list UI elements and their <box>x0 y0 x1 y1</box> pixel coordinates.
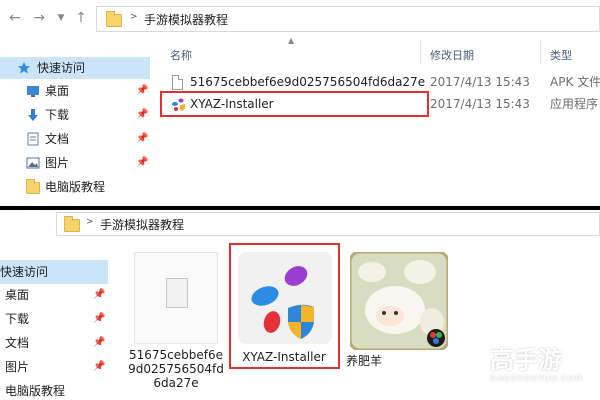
column-divider[interactable] <box>420 40 421 64</box>
recent-locations-chevron-icon[interactable]: ▼ <box>54 9 68 27</box>
file-icon <box>172 75 183 90</box>
sidebar-item-label: 下载 <box>45 108 70 122</box>
sidebar-item-downloads[interactable]: 下载 📌 <box>0 104 150 126</box>
sidebar-item-label: 图片 <box>5 360 30 374</box>
address-bar[interactable]: > 手游模拟器教程 <box>96 6 600 32</box>
folder-icon <box>106 11 122 27</box>
sidebar-item-desktop[interactable]: 桌面 📌 <box>0 80 150 102</box>
file-type: APK 文件 <box>550 75 600 89</box>
picture-icon <box>26 157 40 169</box>
file-tile-sheep-game[interactable]: 养肥羊 <box>346 248 452 368</box>
file-tile-apk[interactable]: 51675cebbef6e 9d025756504fd 6da27e <box>126 248 226 398</box>
watermark: 高手游 GAOSHOUYOU.COM <box>450 334 600 394</box>
watermark-brand: 高手游 <box>490 346 562 374</box>
sidebar-item-pictures[interactable]: 图片 📌 <box>0 356 108 378</box>
sidebar-item-label: 电脑版教程 <box>45 180 106 194</box>
back-arrow-icon[interactable]: ← <box>6 9 24 27</box>
sidebar-item-documents[interactable]: 文档 📌 <box>0 128 150 150</box>
tile-label-line: 9d025756504fd <box>128 362 224 376</box>
sidebar-item-pc-tutorials[interactable]: 电脑版教程 <box>0 176 150 198</box>
desktop-icon <box>27 86 39 97</box>
folder-icon <box>26 179 40 194</box>
download-icon <box>28 109 38 121</box>
sidebar-item-documents[interactable]: 文档 📌 <box>0 332 108 354</box>
pin-icon[interactable]: 📌 <box>136 80 148 102</box>
file-row-apk[interactable]: 51675cebbef6e9d025756504fd6da27e 2017/4/… <box>160 71 600 93</box>
sheep-game-icon <box>350 252 448 350</box>
pin-icon[interactable]: 📌 <box>136 128 148 150</box>
breadcrumb-separator-icon[interactable]: > <box>130 12 138 22</box>
folder-icon <box>64 216 80 232</box>
breadcrumb-separator-icon[interactable]: > <box>86 217 94 227</box>
pin-icon[interactable]: 📌 <box>136 152 148 174</box>
breadcrumb-item[interactable]: 手游模拟器教程 <box>144 11 228 28</box>
pin-icon[interactable]: 📌 <box>93 284 105 306</box>
column-header-date[interactable]: 修改日期 <box>430 47 474 63</box>
highlight-box <box>160 91 429 117</box>
sidebar-item-pc-tutorials[interactable]: 电脑版教程 <box>0 380 108 400</box>
sidebar-item-label: 图片 <box>45 156 70 170</box>
document-icon <box>27 132 39 146</box>
watermark-domain: GAOSHOUYOU.COM <box>490 374 584 383</box>
file-date: 2017/4/13 15:43 <box>430 97 530 111</box>
sidebar-item-downloads[interactable]: 下载 📌 <box>0 308 108 330</box>
file-date: 2017/4/13 15:43 <box>430 75 530 89</box>
highlight-box <box>229 243 340 369</box>
pin-icon[interactable]: 📌 <box>93 332 105 354</box>
tile-label: 养肥羊 <box>346 354 383 368</box>
file-name: 51675cebbef6e9d025756504fd6da27e <box>190 75 426 89</box>
pin-icon[interactable]: 📌 <box>93 356 105 378</box>
sidebar-item-label: 桌面 <box>45 84 70 98</box>
forward-arrow-icon[interactable]: → <box>30 9 48 27</box>
breadcrumb-item[interactable]: 手游模拟器教程 <box>100 216 184 233</box>
sidebar-item-pictures[interactable]: 图片 📌 <box>0 152 150 174</box>
pin-icon[interactable]: 📌 <box>93 308 105 330</box>
sidebar-item-label: 电脑版教程 <box>5 384 66 398</box>
tile-label-line: 6da27e <box>153 376 199 390</box>
sidebar-item-quick-access[interactable]: 快速访问 <box>0 57 150 79</box>
address-toolbar: ← → ▼ ↑ > 手游模拟器教程 <box>0 0 600 38</box>
bottom-explorer-window: > 手游模拟器教程 快速访问 桌面 📌 下载 📌 文档 📌 图片 📌 电脑版教程 <box>0 210 600 400</box>
star-icon <box>18 62 30 74</box>
column-header-name[interactable]: 名称 <box>170 47 192 63</box>
top-explorer-window: ← → ▼ ↑ > 手游模拟器教程 快速访问 桌面 📌 下载 📌 文档 📌 图片… <box>0 0 600 206</box>
sort-ascending-icon: ▲ <box>288 36 295 45</box>
brand-logo-icon <box>453 341 485 373</box>
pin-icon[interactable]: 📌 <box>136 104 148 126</box>
sidebar-item-quick-access[interactable]: 快速访问 <box>0 260 108 284</box>
column-divider[interactable] <box>540 40 541 64</box>
address-bar[interactable]: > 手游模拟器教程 <box>56 212 600 236</box>
up-arrow-icon[interactable]: ↑ <box>72 9 90 27</box>
sidebar-item-label: 文档 <box>45 132 70 146</box>
blank-file-icon <box>134 252 218 344</box>
sidebar-item-label: 桌面 <box>5 288 30 302</box>
sidebar-item-label: 快速访问 <box>37 61 86 75</box>
tile-label-line: 51675cebbef6e <box>128 348 223 362</box>
file-type: 应用程序 <box>550 97 599 111</box>
sidebar-item-label: 快速访问 <box>0 265 49 279</box>
column-header-type[interactable]: 类型 <box>550 47 572 63</box>
sidebar-item-label: 文档 <box>5 336 30 350</box>
sidebar-item-label: 下载 <box>5 312 30 326</box>
tile-label: 51675cebbef6e 9d025756504fd 6da27e <box>126 348 226 390</box>
sidebar-item-desktop[interactable]: 桌面 📌 <box>0 284 108 306</box>
